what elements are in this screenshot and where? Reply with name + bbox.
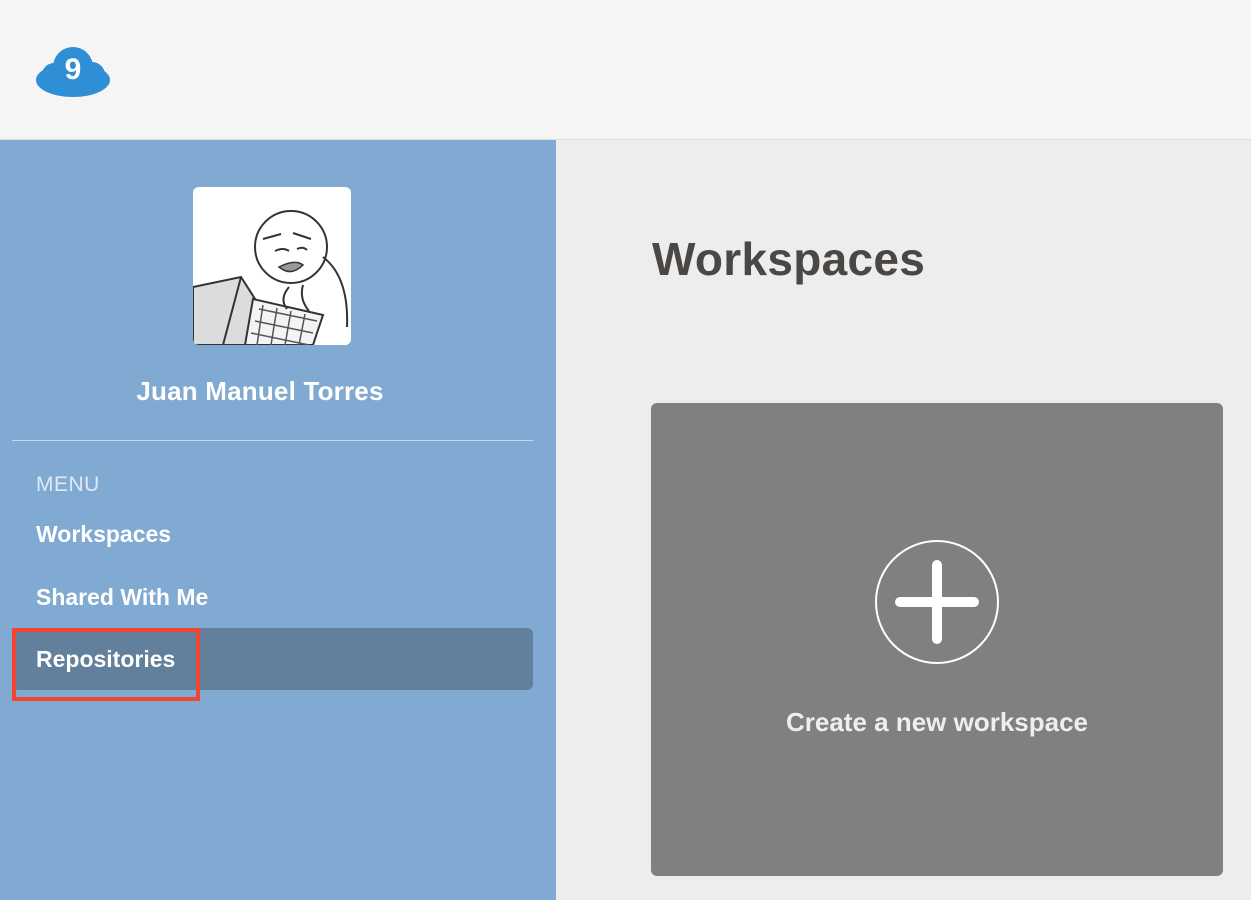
- top-bar: 9: [0, 0, 1251, 140]
- sidebar-item-workspaces[interactable]: Workspaces: [12, 503, 533, 565]
- sidebar-item-shared-with-me[interactable]: Shared With Me: [12, 566, 533, 628]
- page-title: Workspaces: [652, 233, 926, 285]
- create-workspace-card[interactable]: Create a new workspace: [651, 403, 1223, 876]
- user-name: Juan Manuel Torres: [136, 376, 384, 406]
- sidebar-item-label: Repositories: [36, 646, 176, 672]
- sidebar-item-label: Shared With Me: [36, 584, 209, 610]
- sidebar-item-label: Workspaces: [36, 521, 172, 547]
- user-avatar[interactable]: [193, 187, 351, 345]
- sidebar: Juan Manuel Torres MENU Workspaces Share…: [0, 140, 556, 900]
- plus-circle-icon: [874, 539, 1000, 665]
- cloud9-logo-icon[interactable]: 9: [34, 44, 112, 98]
- menu-heading: MENU: [36, 473, 100, 496]
- logo-text: 9: [65, 53, 82, 86]
- main-content: Workspaces Create a new workspace: [556, 140, 1251, 900]
- sidebar-divider: [12, 440, 533, 441]
- sidebar-item-repositories[interactable]: Repositories: [12, 628, 533, 690]
- create-workspace-label: Create a new workspace: [785, 707, 1089, 737]
